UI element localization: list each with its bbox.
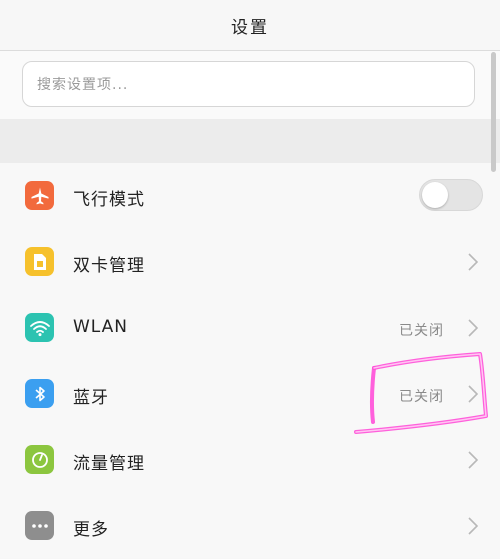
settings-list: 飞行模式 双卡管理 WLAN 已关闭 蓝牙 已关闭 流量管理 更多 — [0, 163, 500, 558]
chevron-right-icon — [468, 385, 479, 403]
toggle-knob — [422, 182, 448, 208]
settings-item-label: 更多 — [73, 520, 109, 540]
search-area: 搜索设置项... — [0, 51, 500, 119]
settings-item-data-usage[interactable]: 流量管理 — [0, 427, 500, 493]
settings-item-label: WLAN — [73, 317, 129, 337]
airplane-icon — [25, 181, 54, 210]
title-bar: 设置 — [0, 0, 500, 51]
settings-item-label: 流量管理 — [73, 454, 145, 474]
section-divider — [0, 119, 500, 163]
settings-item-airplane-mode[interactable]: 飞行模式 — [0, 163, 500, 229]
sim-card-icon — [25, 247, 54, 276]
settings-item-label: 双卡管理 — [73, 256, 145, 276]
settings-item-dual-sim[interactable]: 双卡管理 — [0, 229, 500, 295]
chevron-right-icon — [468, 517, 479, 535]
wifi-icon — [25, 313, 54, 342]
wlan-status: 已关闭 — [399, 323, 444, 339]
search-placeholder: 搜索设置项... — [37, 77, 129, 93]
data-usage-icon — [25, 445, 54, 474]
search-input[interactable]: 搜索设置项... — [22, 61, 475, 107]
bluetooth-icon — [25, 379, 54, 408]
settings-item-wlan[interactable]: WLAN 已关闭 — [0, 295, 500, 361]
chevron-right-icon — [468, 451, 479, 469]
page-title: 设置 — [231, 17, 269, 38]
chevron-right-icon — [468, 253, 479, 271]
settings-item-label: 飞行模式 — [73, 190, 145, 210]
settings-item-bluetooth[interactable]: 蓝牙 已关闭 — [0, 361, 500, 427]
settings-item-more[interactable]: 更多 — [0, 493, 500, 559]
bluetooth-status: 已关闭 — [399, 389, 444, 405]
scrollbar[interactable] — [491, 52, 496, 172]
airplane-mode-toggle[interactable] — [419, 179, 483, 211]
settings-item-label: 蓝牙 — [73, 388, 109, 408]
chevron-right-icon — [468, 319, 479, 337]
more-dots-icon — [25, 511, 54, 540]
